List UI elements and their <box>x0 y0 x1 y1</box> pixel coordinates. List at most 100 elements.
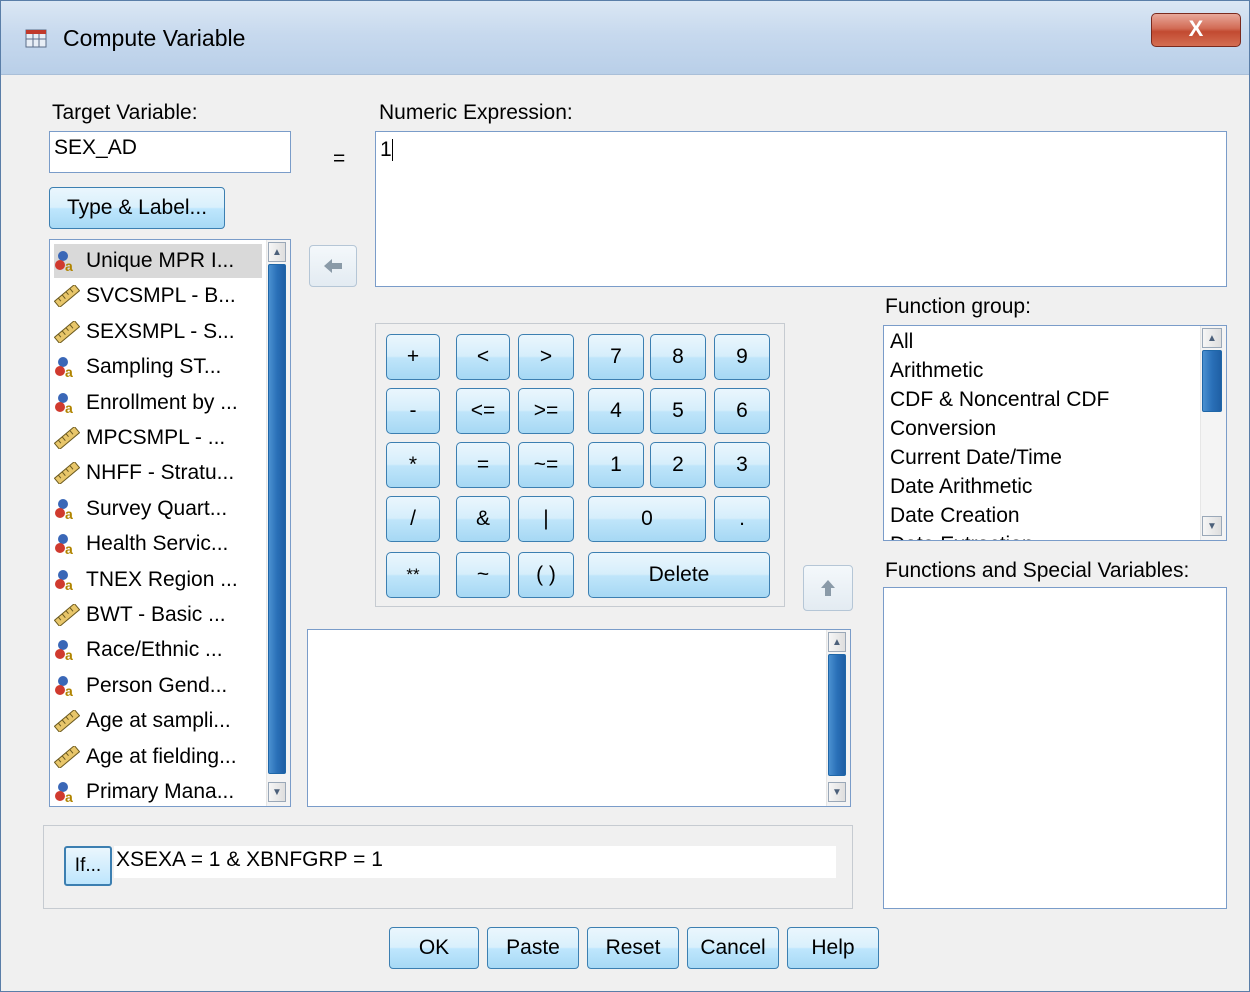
variable-list-item[interactable]: a TNEX Region ... <box>54 563 262 597</box>
help-button[interactable]: Help <box>787 927 879 969</box>
scale-ruler-icon <box>54 285 80 308</box>
variable-list-item-label: SVCSMPL - B... <box>86 284 236 308</box>
key-1[interactable]: 1 <box>588 442 644 488</box>
arrow-up-icon <box>821 580 835 596</box>
variable-list-item[interactable]: a Unique MPR I... <box>54 244 262 278</box>
title-bar[interactable]: Compute Variable X <box>1 1 1249 75</box>
function-group-item[interactable]: CDF & Noncentral CDF <box>890 388 1109 417</box>
function-description-box: ▲ ▼ <box>307 629 851 807</box>
key-parentheses[interactable]: ( ) <box>518 552 574 598</box>
if-button[interactable]: If... <box>64 846 112 886</box>
move-to-expression-button[interactable] <box>309 245 357 287</box>
window-title: Compute Variable <box>63 25 246 51</box>
equals-sign: = <box>333 147 346 170</box>
key-5[interactable]: 5 <box>650 388 706 434</box>
scale-ruler-icon <box>54 604 80 626</box>
variable-list-scrollbar[interactable]: ▲ ▼ <box>266 240 290 806</box>
key-and[interactable]: & <box>456 496 510 542</box>
calculator-keypad: + < > 7 8 9 - <= >= 4 5 6 * = ~= 1 2 3 /… <box>375 323 785 607</box>
target-variable-input[interactable]: SEX_AD <box>49 131 291 173</box>
variable-list-item-label: BWT - Basic ... <box>86 603 226 626</box>
close-button[interactable]: X <box>1151 13 1241 47</box>
key-decimal[interactable]: . <box>714 496 770 542</box>
scroll-up-icon[interactable]: ▲ <box>828 632 846 652</box>
functions-special-list[interactable] <box>883 587 1227 909</box>
description-scrollbar[interactable]: ▲ ▼ <box>826 630 850 806</box>
key-not-equal[interactable]: ~= <box>518 442 574 488</box>
key-4[interactable]: 4 <box>588 388 644 434</box>
function-group-item[interactable]: Date Creation <box>890 504 1020 533</box>
variable-list[interactable]: a Unique MPR I... SVCSMPL - B... SEXSMPL - … <box>49 239 291 807</box>
variable-list-item[interactable]: Age at sampli... <box>54 704 262 738</box>
key-7[interactable]: 7 <box>588 334 644 380</box>
variable-list-item[interactable]: a Sampling ST... <box>54 350 262 384</box>
key-less-than[interactable]: < <box>456 334 510 380</box>
variable-list-item[interactable]: a Survey Quart... <box>54 492 262 526</box>
function-group-item[interactable]: Conversion <box>890 417 996 446</box>
move-function-up-button[interactable] <box>803 565 853 611</box>
key-6[interactable]: 6 <box>714 388 770 434</box>
ok-button[interactable]: OK <box>389 927 479 969</box>
key-greater-than[interactable]: > <box>518 334 574 380</box>
function-group-item[interactable]: Date Extraction <box>890 533 1034 540</box>
scroll-down-icon[interactable]: ▼ <box>1202 516 1222 536</box>
variable-list-item[interactable]: NHFF - Stratu... <box>54 456 262 490</box>
function-group-list[interactable]: All Arithmetic CDF & Noncentral CDF Convers… <box>883 325 1227 541</box>
cancel-button[interactable]: Cancel <box>687 927 779 969</box>
key-equals[interactable]: = <box>456 442 510 488</box>
key-0[interactable]: 0 <box>588 496 706 542</box>
key-plus[interactable]: + <box>386 334 440 380</box>
key-multiply[interactable]: * <box>386 442 440 488</box>
key-power[interactable]: ** <box>386 552 440 598</box>
key-minus[interactable]: - <box>386 388 440 434</box>
svg-text:a: a <box>65 683 73 697</box>
scroll-down-icon[interactable]: ▼ <box>828 782 846 802</box>
compute-variable-dialog: Compute Variable X Target Variable: SEX_… <box>0 0 1250 992</box>
variable-list-item[interactable]: Age at fielding... <box>54 740 262 774</box>
key-or[interactable]: | <box>518 496 574 542</box>
nominal-icon: a <box>55 251 73 272</box>
key-less-equal[interactable]: <= <box>456 388 510 434</box>
nominal-icon: a <box>55 569 73 591</box>
scroll-down-icon[interactable]: ▼ <box>268 782 286 802</box>
key-2[interactable]: 2 <box>650 442 706 488</box>
scroll-up-icon[interactable]: ▲ <box>268 242 286 262</box>
key-8[interactable]: 8 <box>650 334 706 380</box>
function-group-item[interactable]: Current Date/Time <box>890 446 1062 475</box>
variable-list-item[interactable]: a Race/Ethnic ... <box>54 633 262 667</box>
key-9[interactable]: 9 <box>714 334 770 380</box>
variable-list-item[interactable]: MPCSMPL - ... <box>54 421 262 455</box>
numeric-expression-input[interactable]: 1 <box>375 131 1227 287</box>
key-3[interactable]: 3 <box>714 442 770 488</box>
scale-ruler-icon <box>54 320 80 343</box>
scroll-thumb[interactable] <box>828 654 846 776</box>
scroll-up-icon[interactable]: ▲ <box>1202 328 1222 348</box>
variable-list-item[interactable]: a Enrollment by ... <box>54 386 262 420</box>
variable-list-item[interactable]: a Primary Mana... <box>54 775 262 806</box>
variable-list-item[interactable]: a Health Servic... <box>54 527 262 561</box>
key-not[interactable]: ~ <box>456 552 510 598</box>
function-group-item[interactable]: Date Arithmetic <box>890 475 1032 504</box>
nominal-icon: a <box>55 392 73 414</box>
nominal-icon: a <box>55 357 73 378</box>
variable-list-item-label: Survey Quart... <box>86 496 228 520</box>
function-group-item[interactable]: Arithmetic <box>890 359 983 388</box>
scroll-thumb[interactable] <box>1202 350 1222 412</box>
key-greater-equal[interactable]: >= <box>518 388 574 434</box>
variable-list-item[interactable]: SVCSMPL - B... <box>54 279 262 313</box>
key-delete[interactable]: Delete <box>588 552 770 598</box>
variable-list-item[interactable]: SEXSMPL - S... <box>54 315 262 349</box>
reset-button[interactable]: Reset <box>587 927 679 969</box>
scroll-thumb[interactable] <box>268 264 286 774</box>
paste-button[interactable]: Paste <box>487 927 579 969</box>
variable-list-item-label: TNEX Region ... <box>86 567 238 591</box>
nominal-icon: a <box>55 640 73 661</box>
key-divide[interactable]: / <box>386 496 440 542</box>
variable-list-item-label: Race/Ethnic ... <box>86 638 223 662</box>
type-label-button[interactable]: Type & Label... <box>49 187 225 229</box>
function-group-scrollbar[interactable]: ▲ ▼ <box>1200 326 1226 540</box>
variable-list-item-label: MPCSMPL - ... <box>86 426 226 449</box>
variable-list-item[interactable]: BWT - Basic ... <box>54 598 262 632</box>
variable-list-item[interactable]: a Person Gend... <box>54 669 262 703</box>
function-group-item[interactable]: All <box>890 330 913 359</box>
